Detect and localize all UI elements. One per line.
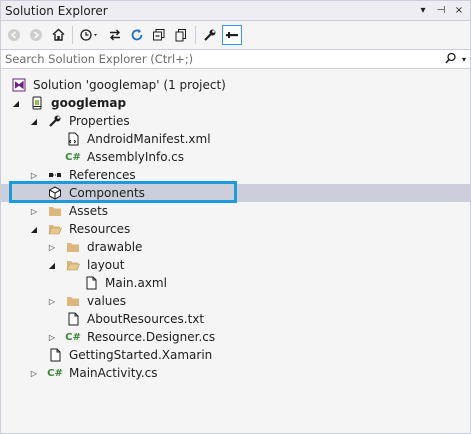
expand-arrow-icon[interactable]: ▷ — [29, 202, 39, 220]
tree-item-aboutresources[interactable]: AboutResources.txt — [1, 310, 470, 328]
home-button[interactable] — [48, 25, 68, 45]
close-icon[interactable]: × — [452, 5, 466, 16]
preview-selected-button[interactable] — [222, 24, 242, 45]
title-bar: Solution Explorer ▾ ⊣ × — [1, 1, 470, 21]
toolbar-separator — [195, 25, 196, 44]
components-highlight-annotation — [9, 181, 237, 203]
text-file-icon — [65, 311, 81, 327]
tree-item-main-activity[interactable]: ▷ C# MainActivity.cs — [1, 364, 470, 382]
solution-explorer-window: Solution Explorer ▾ ⊣ × Search Solution … — [0, 0, 471, 434]
androidmanifest-label: AndroidManifest.xml — [87, 132, 211, 146]
search-icon[interactable] — [444, 52, 460, 66]
layout-label: layout — [87, 258, 125, 272]
folder-open-icon — [65, 257, 81, 273]
preview-icon — [226, 31, 238, 38]
expand-arrow-icon[interactable]: ▷ — [47, 292, 57, 310]
collapse-all-button[interactable] — [149, 25, 169, 45]
collapse-arrow-icon[interactable]: ◢ — [47, 256, 57, 274]
toolbar-separator — [72, 25, 73, 44]
getting-started-label: GettingStarted.Xamarin — [69, 348, 213, 362]
folder-icon — [65, 293, 81, 309]
folder-icon — [47, 203, 63, 219]
collapse-arrow-icon[interactable]: ◢ — [11, 94, 21, 112]
show-all-files-icon — [175, 28, 186, 41]
search-box: ▾ — [1, 49, 470, 69]
search-options-dropdown-icon[interactable]: ▾ — [462, 55, 466, 64]
collapse-all-icon — [153, 28, 165, 40]
main-axml-label: Main.axml — [105, 276, 167, 290]
collapse-arrow-icon[interactable]: ◢ — [29, 220, 39, 238]
tree-item-assemblyinfo[interactable]: C# AssemblyInfo.cs — [1, 148, 470, 166]
android-project-icon — [29, 95, 45, 111]
back-button[interactable] — [4, 25, 24, 45]
toolbar — [1, 21, 470, 48]
properties-button[interactable] — [200, 25, 220, 45]
refresh-icon — [131, 28, 143, 40]
values-label: values — [87, 294, 127, 308]
wrench-icon — [47, 113, 63, 129]
assemblyinfo-label: AssemblyInfo.cs — [87, 150, 185, 164]
expand-arrow-icon[interactable]: ▷ — [47, 328, 57, 346]
tree-item-project[interactable]: ◢ googlemap — [1, 94, 470, 112]
properties-icon — [204, 29, 216, 41]
drawable-label: drawable — [87, 240, 143, 254]
history-button[interactable] — [77, 25, 103, 45]
tree-item-resources[interactable]: ◢ Resources — [1, 220, 470, 238]
expand-arrow-icon[interactable]: ▷ — [29, 364, 39, 382]
tree-item-getting-started[interactable]: GettingStarted.Xamarin — [1, 346, 470, 364]
solution-icon — [11, 77, 27, 93]
tree-item-resource-designer[interactable]: ▷ C# Resource.Designer.cs — [1, 328, 470, 346]
csharp-file-icon: C# — [65, 331, 81, 343]
sync-icon — [110, 29, 120, 40]
pin-icon[interactable]: ⊣ — [434, 5, 448, 16]
main-activity-label: MainActivity.cs — [69, 366, 158, 380]
resources-label: Resources — [69, 222, 131, 236]
tree-item-solution[interactable]: Solution 'googlemap' (1 project) — [1, 76, 470, 94]
forward-button[interactable] — [26, 25, 46, 45]
csharp-file-icon: C# — [65, 151, 81, 163]
tree-item-main-axml[interactable]: Main.axml — [1, 274, 470, 292]
project-label: googlemap — [51, 96, 127, 110]
tree-item-properties[interactable]: ◢ Properties — [1, 112, 470, 130]
forward-icon — [30, 28, 42, 41]
window-title: Solution Explorer — [5, 3, 108, 18]
aboutresources-label: AboutResources.txt — [87, 312, 205, 326]
csharp-file-icon: C# — [47, 367, 63, 379]
tree-item-assets[interactable]: ▷ Assets — [1, 202, 470, 220]
solution-label: Solution 'googlemap' (1 project) — [33, 78, 226, 92]
refresh-button[interactable] — [127, 25, 147, 45]
show-all-files-button[interactable] — [171, 25, 191, 45]
tree-item-androidmanifest[interactable]: AndroidManifest.xml — [1, 130, 470, 148]
expand-arrow-icon[interactable]: ▷ — [47, 238, 57, 256]
xml-file-icon — [65, 131, 81, 147]
window-menu-dropdown-icon[interactable]: ▾ — [416, 5, 430, 16]
resource-designer-label: Resource.Designer.cs — [87, 330, 216, 344]
tree-item-drawable[interactable]: ▷ drawable — [1, 238, 470, 256]
history-icon — [80, 28, 97, 41]
assets-label: Assets — [69, 204, 109, 218]
folder-open-icon — [47, 221, 63, 237]
collapse-arrow-icon[interactable]: ◢ — [29, 112, 39, 130]
sync-button[interactable] — [105, 25, 125, 45]
search-input[interactable] — [5, 52, 444, 66]
tree-item-layout[interactable]: ◢ layout — [1, 256, 470, 274]
tree-item-values[interactable]: ▷ values — [1, 292, 470, 310]
folder-icon — [65, 239, 81, 255]
file-icon — [47, 347, 63, 363]
properties-label: Properties — [69, 114, 130, 128]
home-icon — [52, 28, 64, 41]
file-icon — [83, 275, 99, 291]
back-icon — [8, 28, 20, 41]
